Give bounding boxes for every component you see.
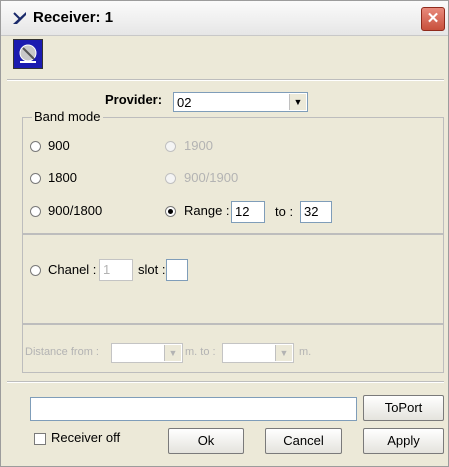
label-1900: 1900 [184,138,213,153]
receiver-dialog: Receiver: 1 ✕ Provider: 02 ▼ Band mode 9… [0,0,449,467]
ok-button[interactable]: Ok [168,428,244,454]
receiver-off-label: Receiver off [51,430,121,445]
radio-1800[interactable] [30,173,41,184]
provider-select[interactable]: 02 ▼ [173,92,308,112]
label-900-1800: 900/1800 [48,203,103,218]
label-range: Range : [184,203,230,218]
radio-900-1800[interactable] [30,206,41,217]
receiver-off-checkbox[interactable] [34,433,46,445]
toport-input[interactable] [30,397,357,421]
label-1800: 1800 [48,170,77,185]
slot-input[interactable] [166,259,188,281]
channel-group [22,234,444,324]
range-to-label: to : [275,204,294,219]
satellite-icon-graphic [19,44,37,63]
window-title: Receiver: 1 [33,9,114,26]
band-mode-title: Band mode [32,109,103,124]
cancel-button[interactable]: Cancel [265,428,342,454]
label-900: 900 [48,138,70,153]
title-bar[interactable]: Receiver: 1 ✕ [1,1,448,36]
apply-button[interactable]: Apply [363,428,444,454]
toolbar-divider [7,79,444,81]
channel-input[interactable]: 1 [99,259,133,281]
satellite-icon[interactable] [13,39,43,69]
radio-900[interactable] [30,141,41,152]
close-button[interactable]: ✕ [421,7,445,31]
radio-channel[interactable] [30,265,41,276]
provider-value: 02 [177,95,192,110]
distance-from-select[interactable]: ▼ [111,343,183,363]
range-from-input[interactable]: 12 [231,201,265,223]
radio-1900[interactable] [165,141,176,152]
chevron-down-icon[interactable]: ▼ [164,345,181,361]
bottom-divider [7,381,444,383]
satellite-dish-icon [13,12,26,24]
close-icon: ✕ [426,10,440,27]
label-900-1900: 900/1900 [184,170,239,185]
provider-label: Provider: [105,92,163,107]
radio-900-1900[interactable] [165,173,176,184]
radio-range[interactable] [165,206,176,217]
slot-label: slot : [138,262,166,277]
channel-label: Chanel : [48,262,97,277]
chevron-down-icon[interactable]: ▼ [289,94,306,110]
range-to-input[interactable]: 32 [300,201,332,223]
distance-to-select[interactable]: ▼ [222,343,294,363]
distance-unit-label: m. [299,346,312,358]
chevron-down-icon[interactable]: ▼ [275,345,292,361]
distance-to-label: m. to : [185,346,216,358]
distance-from-label: Distance from : [25,346,99,358]
toport-button[interactable]: ToPort [363,395,444,421]
